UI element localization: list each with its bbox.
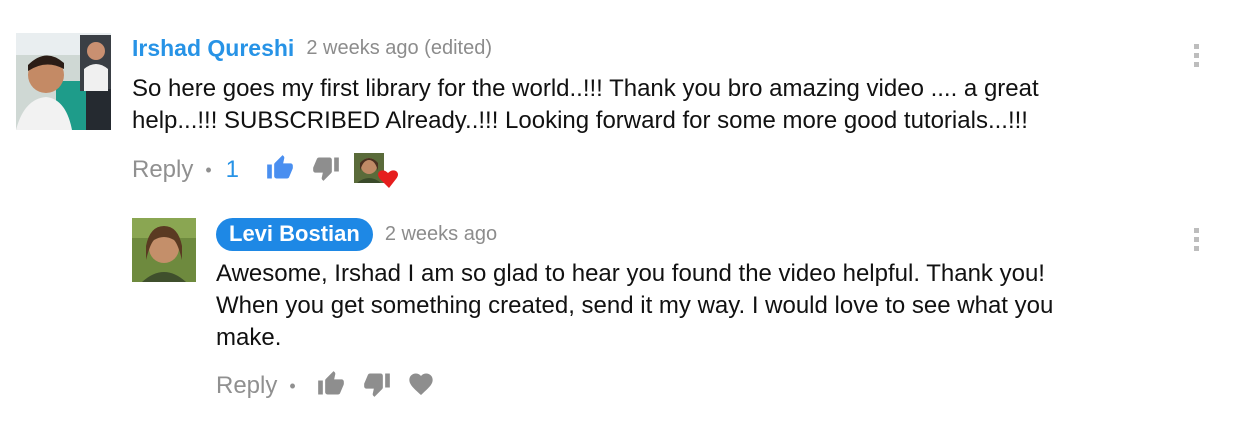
creator-heart-avatar[interactable]	[353, 151, 401, 189]
separator-dot: •	[205, 159, 212, 180]
heart-icon[interactable]	[406, 370, 436, 403]
thumbs-down-icon[interactable]	[362, 370, 392, 403]
separator-dot: •	[289, 375, 296, 396]
author-name-link[interactable]: Irshad Qureshi	[132, 35, 294, 62]
thumbs-down-icon[interactable]	[311, 154, 341, 187]
avatar-image	[16, 33, 111, 130]
comment-text-line: So here goes my first library for the wo…	[132, 75, 1039, 102]
avatar[interactable]	[132, 218, 196, 282]
comment-timestamp[interactable]: 2 weeks ago (edited)	[306, 37, 492, 60]
comment-actions: Reply •	[216, 368, 436, 404]
creator-author-badge[interactable]: Levi Bostian	[216, 218, 373, 251]
like-count: 1	[225, 156, 240, 183]
thumbs-up-icon[interactable]	[316, 370, 346, 403]
more-vert-icon[interactable]	[1194, 228, 1200, 255]
more-vert-icon[interactable]	[1194, 44, 1200, 71]
comment-text-line: When you get something created, send it …	[216, 292, 1054, 319]
comment-actions: Reply • 1	[132, 152, 401, 188]
reply-button[interactable]: Reply	[132, 156, 193, 184]
thumbs-up-icon[interactable]	[265, 154, 295, 187]
comment-text-line: help...!!! SUBSCRIBED Already..!!! Looki…	[132, 107, 1028, 134]
reply-button[interactable]: Reply	[216, 372, 277, 400]
comment-text-line: make.	[216, 324, 282, 351]
comment-timestamp[interactable]: 2 weeks ago	[385, 223, 497, 246]
avatar[interactable]	[16, 33, 111, 130]
comment-header: Irshad Qureshi 2 weeks ago (edited)	[132, 35, 492, 62]
comment-text: Awesome, Irshad I am so glad to hear you…	[216, 258, 1176, 354]
comment-header: Levi Bostian 2 weeks ago	[216, 218, 497, 251]
comment-text: So here goes my first library for the wo…	[132, 73, 1172, 137]
avatar-image	[132, 218, 196, 282]
comment-text-line: Awesome, Irshad I am so glad to hear you…	[216, 260, 1045, 287]
